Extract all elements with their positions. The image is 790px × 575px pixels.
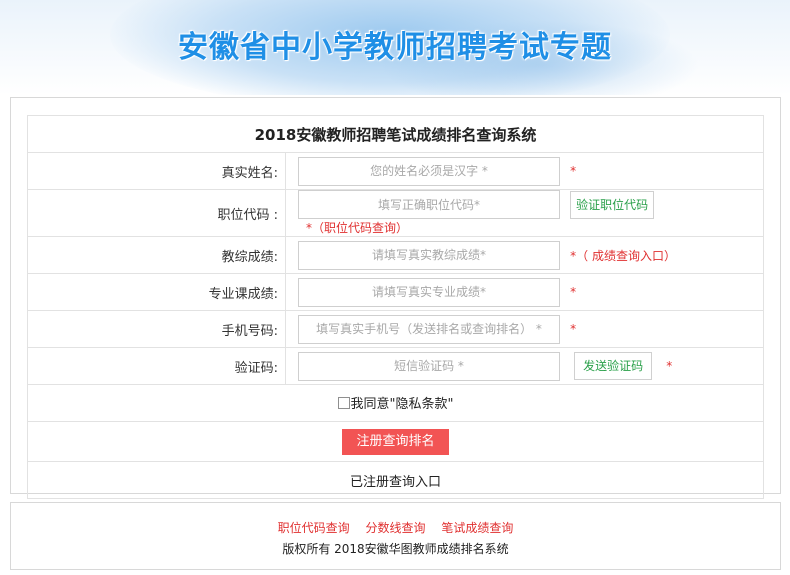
form-title-row: 2018安徽教师招聘笔试成绩排名查询系统 <box>27 115 764 153</box>
name-value-cell: * <box>285 152 764 190</box>
registered-query-link[interactable]: 已注册查询入口 <box>350 475 441 490</box>
position-code-value-cell: 验证职位代码 *（职位代码查询） <box>285 189 764 237</box>
phone-row: 手机号码: * <box>27 310 764 348</box>
footer-link-cutoff-score[interactable]: 分数线查询 <box>365 521 425 535</box>
submit-row: 注册查询排名 <box>27 421 764 462</box>
professional-score-input[interactable] <box>298 277 560 307</box>
agree-cell: 我同意"隐私条款" <box>27 384 764 422</box>
form-title: 2018安徽教师招聘笔试成绩排名查询系统 <box>27 115 764 153</box>
professional-score-label: 专业课成绩: <box>27 273 286 311</box>
checkbox-unchecked-icon[interactable] <box>337 396 350 409</box>
login-cell: 已注册查询入口 <box>27 461 764 499</box>
footer-links: 职位代码查询 分数线查询 笔试成绩查询 <box>11 520 780 536</box>
professional-score-required-star: * <box>570 285 577 299</box>
comprehensive-score-row: 教综成绩: *（ 成绩查询入口） <box>27 236 764 274</box>
position-code-lookup-link[interactable]: *（职位代码查询） <box>306 219 408 236</box>
comprehensive-score-input[interactable] <box>298 240 560 270</box>
phone-value-cell: * <box>285 310 764 348</box>
footer-copyright: 版权所有 2018安徽华图教师成绩排名系统 <box>282 542 509 556</box>
send-code-button[interactable]: 发送验证码 <box>574 352 653 380</box>
captcha-label: 验证码: <box>27 347 286 385</box>
footer-link-position-code[interactable]: 职位代码查询 <box>278 521 350 535</box>
name-input[interactable] <box>298 156 560 186</box>
agree-row: 我同意"隐私条款" <box>27 384 764 422</box>
comprehensive-score-label: 教综成绩: <box>27 236 286 274</box>
name-label: 真实姓名: <box>27 152 286 190</box>
position-code-row: 职位代码 : 验证职位代码 *（职位代码查询） <box>27 189 764 237</box>
professional-score-row: 专业课成绩: * <box>27 273 764 311</box>
captcha-row: 验证码: 发送验证码 * <box>27 347 764 385</box>
register-query-button[interactable]: 注册查询排名 <box>342 428 449 455</box>
privacy-agree[interactable]: 我同意"隐私条款" <box>337 393 454 413</box>
login-row: 已注册查询入口 <box>27 461 764 499</box>
phone-required-star: * <box>570 322 577 336</box>
name-row: 真实姓名: * <box>27 152 764 190</box>
privacy-agree-label: 我同意"隐私条款" <box>350 397 454 413</box>
comprehensive-score-value-cell: *（ 成绩查询入口） <box>285 236 764 274</box>
submit-cell: 注册查询排名 <box>27 421 764 462</box>
banner-title: 安徽省中小学教师招聘考试专题 <box>178 30 612 65</box>
name-required-star: * <box>570 164 577 178</box>
position-code-label: 职位代码 : <box>27 189 286 237</box>
query-form: 2018安徽教师招聘笔试成绩排名查询系统 真实姓名: * 职位代码 : 验证职位… <box>27 115 764 499</box>
footer: 职位代码查询 分数线查询 笔试成绩查询 版权所有 2018安徽华图教师成绩排名系… <box>10 502 781 570</box>
footer-link-written-score[interactable]: 笔试成绩查询 <box>441 521 513 535</box>
phone-label: 手机号码: <box>27 310 286 348</box>
captcha-value-cell: 发送验证码 * <box>285 347 764 385</box>
score-lookup-link[interactable]: *（ 成绩查询入口） <box>570 247 676 264</box>
sms-code-input[interactable] <box>298 351 560 381</box>
position-code-input[interactable] <box>298 190 560 219</box>
captcha-required-star: * <box>666 359 673 373</box>
professional-score-value-cell: * <box>285 273 764 311</box>
header-banner: 安徽省中小学教师招聘考试专题 <box>0 0 790 95</box>
phone-input[interactable] <box>298 314 560 344</box>
verify-position-code-button[interactable]: 验证职位代码 <box>570 190 655 219</box>
main-panel: 2018安徽教师招聘笔试成绩排名查询系统 真实姓名: * 职位代码 : 验证职位… <box>10 97 781 499</box>
